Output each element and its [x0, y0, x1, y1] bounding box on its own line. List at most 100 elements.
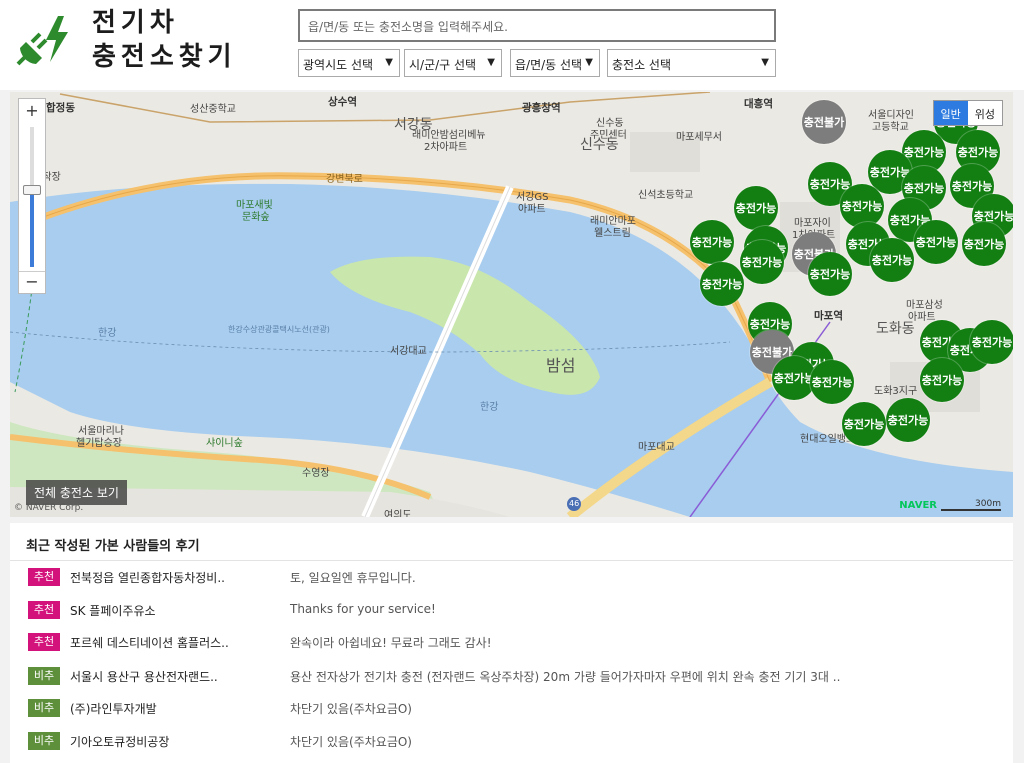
map-type-normal[interactable]: 일반 — [933, 101, 968, 125]
label-sangsu-station: 상수역 — [328, 96, 357, 108]
station-marker-unavailable[interactable]: 충전불가 — [802, 100, 846, 144]
town-select-label: 읍/면/동 선택 — [515, 58, 583, 72]
label-mapo-samsung-2: 아파트 — [908, 312, 936, 323]
province-select-label: 광역시도 선택 — [303, 58, 374, 72]
district-select[interactable]: 시/군/구 선택 ▼ — [404, 49, 502, 77]
chevron-down-icon: ▼ — [487, 57, 495, 68]
app-title[interactable]: 전기차 충전소찾기 — [92, 6, 237, 74]
review-text: 토, 일요일엔 휴무입니다. — [290, 571, 416, 585]
review-text: 차단기 있음(주차요금O) — [290, 735, 412, 749]
station-marker-available[interactable]: 충전가능 — [970, 320, 1013, 364]
label-pool: 수영장 — [302, 468, 330, 479]
review-row[interactable]: 비추 (주)라인투자개발 차단기 있음(주차요금O) — [28, 697, 998, 719]
naver-logo: NAVER — [899, 500, 937, 511]
review-text: 용산 전자상가 전기차 충전 (전자랜드 옥상주차장) 20m 가량 들어가자마… — [290, 670, 841, 684]
review-station-name[interactable]: SK 플페이주유소 — [70, 602, 156, 619]
label-mapo-tax: 마포세무서 — [676, 132, 722, 143]
label-yeouido: 여의도 — [384, 510, 412, 517]
review-station-name[interactable]: 전북정읍 열린종합자동차정비.. — [70, 569, 225, 586]
recommend-badge: 추천 — [28, 601, 60, 619]
province-select[interactable]: 광역시도 선택 ▼ — [298, 49, 400, 77]
zoom-in-button[interactable]: + — [19, 101, 45, 123]
station-marker-available[interactable]: 충전가능 — [734, 186, 778, 230]
station-marker-available[interactable]: 충전가능 — [808, 252, 852, 296]
map-base — [10, 92, 1013, 517]
label-hangang-2: 한강 — [480, 402, 499, 413]
review-text: Thanks for your service! — [290, 602, 436, 616]
label-seogang-gs-2: 아파트 — [518, 204, 546, 215]
chevron-down-icon: ▼ — [385, 57, 393, 68]
label-hangang-1: 한강 — [98, 328, 117, 339]
label-sinsu-center-2: 주민센터 — [590, 130, 627, 141]
station-marker-available[interactable]: 충전가능 — [810, 360, 854, 404]
label-hapjeong: 합정동 — [46, 102, 75, 114]
label-dohwa3: 도화3지구 — [874, 386, 918, 397]
station-marker-available[interactable]: 충전가능 — [886, 398, 930, 442]
review-station-name[interactable]: 기아오토큐정비공장 — [70, 733, 169, 750]
review-row[interactable]: 추천 포르쉐 데스티네이션 홈플러스.. 완속이라 아쉽네요! 무료라 그래도 … — [28, 631, 998, 653]
label-sinseok-school: 신석초등학교 — [638, 190, 694, 201]
review-row[interactable]: 비추 기아오토큐정비공장 차단기 있음(주차요금O) — [28, 730, 998, 752]
app-title-line2: 충전소찾기 — [92, 42, 237, 72]
district-select-label: 시/군/구 선택 — [409, 58, 477, 72]
recommend-badge: 추천 — [28, 568, 60, 586]
station-marker-available[interactable]: 충전가능 — [920, 358, 964, 402]
header: 전기차 충전소찾기 읍/면/동 또는 충전소명을 입력해주세요. 광역시도 선택… — [0, 0, 1024, 90]
label-mapo-saebit-2: 문화숲 — [242, 212, 270, 223]
not-recommend-badge: 비추 — [28, 667, 60, 685]
review-station-name[interactable]: 서울시 용산구 용산전자랜드.. — [70, 668, 218, 685]
show-all-stations-button[interactable]: 전체 충전소 보기 — [26, 480, 127, 505]
map-view[interactable]: 합정동 상수역 광흥창역 대흥역 서강동 신수동 마포세무서 성산중학교 래미안… — [10, 92, 1013, 517]
label-daeheung-station: 대흥역 — [744, 98, 773, 110]
station-select-label: 충전소 선택 — [612, 58, 672, 72]
recommend-badge: 추천 — [28, 633, 60, 651]
zoom-level-fill — [30, 191, 34, 267]
station-marker-available[interactable]: 충전가능 — [700, 262, 744, 306]
review-row[interactable]: 추천 전북정읍 열린종합자동차정비.. 토, 일요일엔 휴무입니다. — [28, 566, 998, 588]
label-seoul-design-2: 고등학교 — [872, 122, 909, 133]
label-mapo-station: 마포역 — [814, 310, 843, 322]
review-station-name[interactable]: (주)라인투자개발 — [70, 700, 157, 717]
station-marker-available[interactable]: 충전가능 — [870, 238, 914, 282]
station-marker-available[interactable]: 충전가능 — [740, 240, 784, 284]
reviews-title: 최근 작성된 가본 사람들의 후기 — [10, 523, 1013, 561]
station-marker-available[interactable]: 충전가능 — [962, 222, 1006, 266]
chevron-down-icon: ▼ — [761, 57, 769, 68]
review-station-name[interactable]: 포르쉐 데스티네이션 홈플러스.. — [70, 634, 229, 651]
label-gangbyeon-road: 강변북로 — [326, 174, 363, 185]
station-marker-available[interactable]: 충전가능 — [914, 220, 958, 264]
station-select[interactable]: 충전소 선택 ▼ — [607, 49, 776, 77]
town-select[interactable]: 읍/면/동 선택 ▼ — [510, 49, 600, 77]
station-marker-available[interactable]: 충전가능 — [842, 402, 886, 446]
not-recommend-badge: 비추 — [28, 699, 60, 717]
zoom-slider-handle[interactable] — [23, 185, 41, 195]
label-gwangheung-station: 광흥창역 — [522, 102, 561, 114]
label-raemian-2: 2차아파트 — [424, 142, 468, 153]
label-seogang-bridge: 서강대교 — [390, 346, 427, 357]
zoom-out-button[interactable]: − — [19, 271, 45, 293]
app-title-line1: 전기차 — [92, 8, 179, 38]
review-text: 완속이라 아쉽네요! 무료라 그래도 감사! — [290, 636, 492, 650]
reviews-panel: 최근 작성된 가본 사람들의 후기 추천 전북정읍 열린종합자동차정비.. 토,… — [10, 523, 1013, 763]
label-bamseom: 밤섬 — [546, 356, 576, 375]
station-marker-available[interactable]: 충전가능 — [690, 220, 734, 264]
review-row[interactable]: 추천 SK 플페이주유소 Thanks for your service! — [28, 599, 998, 621]
label-mapo-bridge: 마포대교 — [638, 442, 675, 453]
review-row[interactable]: 비추 서울시 용산구 용산전자랜드.. 용산 전자상가 전기차 충전 (전자랜드… — [28, 665, 998, 687]
search-input[interactable]: 읍/면/동 또는 충전소명을 입력해주세요. — [298, 9, 776, 42]
map-scale: 300m — [941, 499, 1001, 511]
label-cruise-route: 한강수상관광콜택시노선(관광) — [228, 325, 330, 334]
label-shiny-forest: 샤이니숲 — [206, 438, 243, 449]
zoom-control: + − — [18, 98, 46, 294]
label-route-46: 46 — [569, 499, 580, 508]
not-recommend-badge: 비추 — [28, 732, 60, 750]
chevron-down-icon: ▼ — [585, 57, 593, 68]
ev-plug-icon — [16, 16, 68, 66]
label-raemian-mapo-2: 웰스트림 — [594, 228, 631, 239]
map-type-toggle: 일반 위성 — [932, 100, 1003, 126]
map-type-satellite[interactable]: 위성 — [968, 101, 1002, 125]
station-marker-available[interactable]: 충전가능 — [840, 184, 884, 228]
map-copyright: © NAVER Corp. — [14, 503, 84, 513]
label-seoul-marina-2: 헬기탑승장 — [76, 438, 122, 449]
label-seongsan-school: 성산중학교 — [190, 104, 236, 115]
